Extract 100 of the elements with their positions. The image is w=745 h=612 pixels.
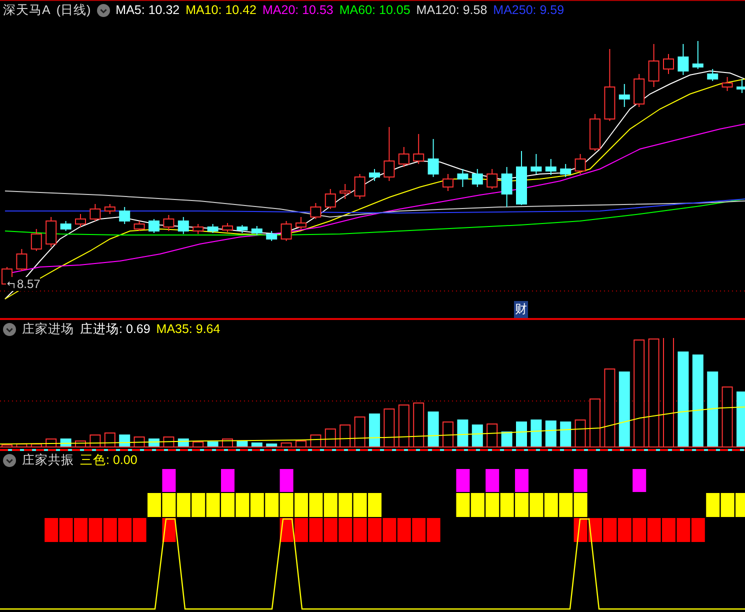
- candlestick: [310, 202, 322, 220]
- signal-block: [412, 518, 426, 542]
- indicator-title: 庄家进场: [22, 320, 74, 338]
- candlestick: [472, 168, 483, 188]
- chevron-down-icon[interactable]: [3, 322, 16, 336]
- signal-block: [574, 493, 588, 517]
- signal-block: [265, 493, 279, 517]
- volume-bar: [60, 438, 72, 448]
- volume-bar: [560, 422, 572, 448]
- signal-block: [647, 518, 661, 542]
- signal-block: [162, 493, 176, 517]
- signal-block: [456, 469, 470, 492]
- signal-block: [368, 493, 382, 517]
- candlestick: [707, 68, 718, 82]
- candlestick: [369, 168, 380, 182]
- signal-block: [470, 493, 484, 517]
- low-price-label: 8.57: [17, 277, 40, 291]
- signal-block: [294, 518, 308, 542]
- signal-block: [44, 518, 58, 542]
- candlestick: [530, 154, 542, 174]
- signal-block: [397, 518, 411, 542]
- signal-block: [206, 493, 220, 517]
- signal-block: [309, 518, 323, 542]
- signal-block: [162, 469, 176, 492]
- signal-block: [250, 493, 264, 517]
- signal-block: [132, 518, 146, 542]
- candlestick: [618, 84, 630, 108]
- candlestick: [90, 204, 101, 222]
- signal-block: [176, 493, 190, 517]
- candlestick: [736, 78, 745, 94]
- candlestick: [266, 230, 278, 242]
- signal-block: [88, 518, 102, 542]
- candlestick: [222, 222, 233, 232]
- candlestick: [296, 216, 306, 230]
- signal-block: [603, 518, 617, 542]
- candlestick: [486, 168, 498, 190]
- signal-block: [353, 518, 367, 542]
- signal-block: [280, 469, 294, 492]
- candlestick: [722, 76, 733, 92]
- volume-bar: [736, 392, 745, 448]
- candlestick: [134, 220, 145, 232]
- volume-bar: [545, 420, 556, 448]
- volume-bar: [207, 442, 218, 448]
- signal-block: [324, 518, 338, 542]
- volume-bar: [148, 438, 160, 448]
- candlestick: [428, 138, 439, 178]
- signal-block: [59, 518, 73, 542]
- signal-block: [338, 493, 352, 517]
- candlestick: [384, 126, 395, 182]
- signal-block: [338, 518, 352, 542]
- candlestick: [46, 216, 57, 248]
- indicator-value: MA60: 10.05: [339, 3, 410, 17]
- signal-block: [574, 469, 588, 492]
- candlestick: [442, 174, 454, 192]
- finance-badge[interactable]: 财: [514, 301, 528, 318]
- candlestick: [119, 206, 130, 224]
- candlestick: [692, 40, 704, 70]
- signal-block: [486, 469, 500, 492]
- signal-block: [486, 493, 500, 517]
- volume-bar: [251, 442, 262, 448]
- indicator-value: 三色: 0.00: [80, 452, 138, 468]
- signal-block: [559, 493, 573, 517]
- candlestick: [634, 74, 645, 108]
- signal-block: [324, 493, 338, 517]
- signal-block: [382, 518, 396, 542]
- candlestick: [104, 204, 116, 214]
- signal-block: [118, 518, 132, 542]
- candlestick: [148, 218, 160, 234]
- candlestick: [354, 174, 366, 200]
- signal-block: [691, 518, 705, 542]
- chevron-down-icon[interactable]: [3, 454, 16, 466]
- signal-block: [676, 518, 690, 542]
- signal-block: [618, 518, 632, 542]
- signal-block: [309, 493, 323, 517]
- signal-block: [662, 518, 676, 542]
- indicator-value: MA5: 10.32: [116, 3, 180, 17]
- signal-block: [574, 518, 588, 542]
- volume-bar: [530, 420, 542, 448]
- candlestick: [678, 44, 689, 76]
- indicator-value: MA250: 9.59: [493, 3, 564, 17]
- period-label: (日线): [56, 2, 91, 18]
- candlestick: [340, 184, 351, 200]
- signal-block: [544, 493, 558, 517]
- signal-block: [236, 493, 250, 517]
- indicator-value: MA20: 10.53: [262, 3, 334, 17]
- signal-block: [588, 518, 602, 542]
- candlestick: [516, 150, 527, 206]
- signal-block: [221, 469, 234, 492]
- candlestick: [663, 54, 674, 74]
- candlestick: [251, 226, 262, 236]
- signal-block: [74, 518, 88, 542]
- signal-block: [353, 493, 367, 517]
- signal-block: [426, 518, 440, 542]
- volume-bar: [369, 414, 380, 448]
- candlestick: [192, 224, 204, 234]
- signal-block: [280, 493, 294, 517]
- indicator-title: 庄家共振: [22, 452, 74, 468]
- volume-bar: [472, 424, 483, 448]
- chevron-down-icon[interactable]: [96, 4, 110, 16]
- indicator-value: MA10: 10.42: [186, 3, 256, 17]
